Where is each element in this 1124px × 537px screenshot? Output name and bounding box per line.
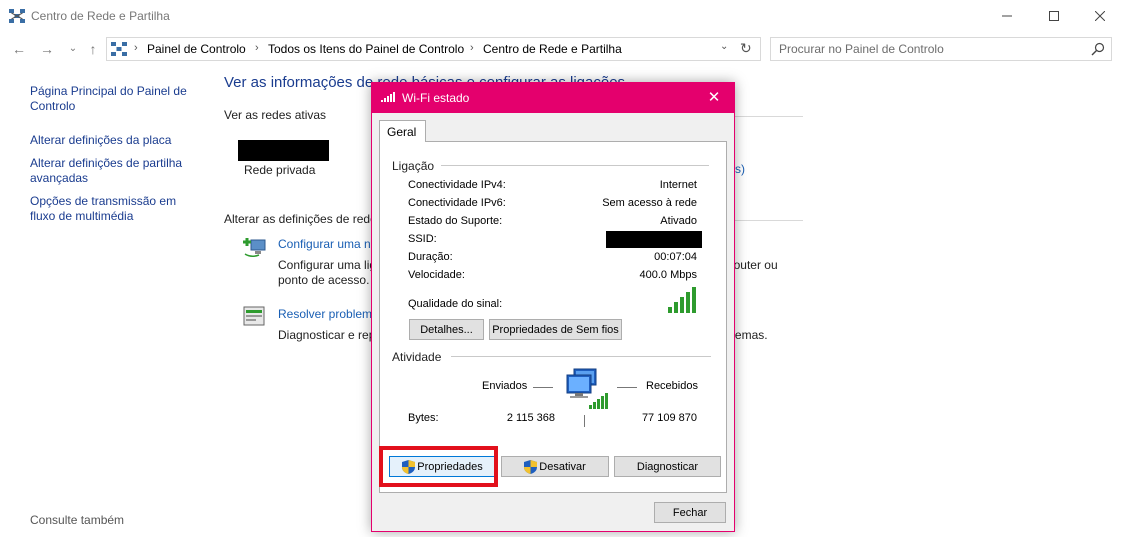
breadcrumb-separator-icon: › xyxy=(255,42,259,54)
divider xyxy=(735,220,803,221)
duration-value: 00:07:04 xyxy=(654,251,697,263)
connection-link[interactable]: s) xyxy=(735,162,745,176)
address-dropdown-icon[interactable]: ⌄ xyxy=(720,41,728,52)
recent-dropdown-icon[interactable]: ⌄ xyxy=(64,40,82,58)
window-title: Centro de Rede e Partilha xyxy=(31,9,170,23)
ipv4-value: Internet xyxy=(659,179,697,191)
breadcrumb-separator-icon: › xyxy=(134,42,138,54)
general-tab-panel: Ligação Conectividade IPv4: Internet Con… xyxy=(379,141,727,493)
details-button[interactable]: Detalhes... xyxy=(409,319,484,340)
received-line xyxy=(617,387,637,388)
speed-value: 400.0 Mbps xyxy=(639,269,697,281)
redacted-ssid xyxy=(606,231,702,248)
up-arrow-icon[interactable]: ↑ xyxy=(84,40,102,58)
troubleshoot-icon xyxy=(243,306,265,326)
forward-arrow-icon[interactable]: → xyxy=(38,40,56,58)
duration-label: Duração: xyxy=(408,251,453,263)
ipv4-label: Conectividade IPv4: xyxy=(408,179,506,191)
tab-general[interactable]: Geral xyxy=(379,120,426,142)
minimize-button[interactable] xyxy=(984,0,1030,32)
divider xyxy=(735,116,803,117)
search-input[interactable]: Procurar no Painel de Controlo xyxy=(779,42,944,56)
breadcrumb-separator-icon: › xyxy=(470,42,474,54)
activity-group-label: Atividade xyxy=(392,350,442,364)
network-type: Rede privada xyxy=(244,163,316,177)
redacted-network-name xyxy=(238,140,329,161)
change-settings-label: Alterar as definições de rede xyxy=(224,212,377,226)
sidebar-item-home[interactable]: Página Principal do Painel de Controlo xyxy=(30,84,200,114)
disable-button[interactable]: Desativar xyxy=(501,456,609,477)
search-box[interactable]: Procurar no Painel de Controlo xyxy=(770,37,1112,61)
address-bar[interactable]: › Painel de Controlo › Todos os Itens do… xyxy=(106,37,761,61)
tab-label: Geral xyxy=(387,125,417,139)
ipv6-value: Sem acesso à rede xyxy=(602,197,697,209)
active-networks-label: Ver as redes ativas xyxy=(224,108,327,122)
breadcrumb-item[interactable]: Centro de Rede e Partilha xyxy=(483,42,622,56)
received-label: Recebidos xyxy=(646,380,698,392)
dialog-title: Wi-Fi estado xyxy=(402,91,470,105)
signal-quality-label: Qualidade do sinal: xyxy=(408,298,503,310)
sidebar-item-sharing-settings[interactable]: Alterar definições de partilha avançadas xyxy=(30,156,200,186)
title-bar: Centro de Rede e Partilha xyxy=(0,0,1124,32)
group-divider xyxy=(441,165,709,166)
minimize-icon xyxy=(1002,15,1012,17)
wifi-signal-icon xyxy=(381,92,395,102)
close-icon xyxy=(1095,11,1105,21)
new-connection-icon xyxy=(243,238,266,258)
media-state-label: Estado do Suporte: xyxy=(408,215,503,227)
dialog-title-bar: Wi-Fi estado ✕ xyxy=(372,83,734,113)
speed-label: Velocidade: xyxy=(408,269,465,281)
group-divider xyxy=(451,356,711,357)
uac-shield-icon xyxy=(524,459,538,474)
sent-line xyxy=(533,387,553,388)
ssid-label: SSID: xyxy=(408,233,437,245)
signal-bar xyxy=(668,307,672,313)
back-arrow-icon[interactable]: ← xyxy=(10,40,28,58)
network-computers-icon xyxy=(566,368,608,409)
troubleshoot-link[interactable]: Resolver problemas xyxy=(278,307,385,321)
breadcrumb-item[interactable]: Todos os Itens do Painel de Controlo xyxy=(268,42,464,56)
media-state-value: Ativado xyxy=(660,215,697,227)
ipv6-label: Conectividade IPv6: xyxy=(408,197,506,209)
control-panel-icon xyxy=(111,42,127,56)
signal-bar xyxy=(680,297,684,313)
highlight-box xyxy=(379,446,498,487)
signal-bar xyxy=(686,292,690,313)
signal-strength-icon xyxy=(668,287,696,313)
search-icon xyxy=(1091,42,1105,56)
signal-bar xyxy=(692,287,696,313)
close-dialog-button[interactable]: Fechar xyxy=(654,502,726,523)
wireless-properties-button[interactable]: Propriedades de Sem fios xyxy=(489,319,622,340)
maximize-icon xyxy=(1049,11,1059,21)
diagnose-button[interactable]: Diagnosticar xyxy=(614,456,721,477)
network-icon xyxy=(9,9,25,23)
close-button[interactable] xyxy=(1077,0,1123,32)
bytes-divider xyxy=(584,415,585,427)
sidebar-item-media-streaming[interactable]: Opções de transmissão em fluxo de multim… xyxy=(30,194,200,224)
disable-button-label: Desativar xyxy=(539,460,586,473)
bytes-sent-value: 2 115 368 xyxy=(506,412,555,424)
see-also-label: Consulte também xyxy=(30,513,125,527)
breadcrumb-item[interactable]: Painel de Controlo xyxy=(147,42,246,56)
signal-bar xyxy=(674,302,678,313)
sent-label: Enviados xyxy=(482,380,528,392)
connection-group-label: Ligação xyxy=(392,159,435,173)
bytes-label: Bytes: xyxy=(408,412,439,424)
sidebar-item-adapter-settings[interactable]: Alterar definições da placa xyxy=(30,133,200,148)
maximize-button[interactable] xyxy=(1031,0,1077,32)
bytes-received-value: 77 109 870 xyxy=(641,412,697,424)
setup-description-cont: ponto de acesso. xyxy=(278,273,370,287)
refresh-icon[interactable]: ↻ xyxy=(740,40,752,57)
dialog-close-icon[interactable]: ✕ xyxy=(702,88,726,108)
